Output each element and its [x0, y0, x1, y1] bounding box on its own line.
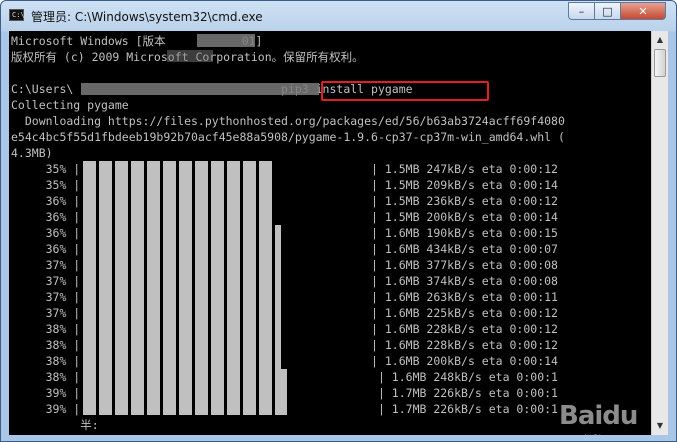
progress-fill-segment — [147, 161, 160, 415]
minimize-icon: – — [578, 4, 585, 18]
vertical-scrollbar[interactable]: ▲ ▼ — [651, 31, 668, 435]
progress-fill-segment — [131, 161, 144, 415]
close-icon: ✕ — [638, 4, 648, 18]
console-line: 4.3MB) — [11, 146, 53, 160]
console-output[interactable]: Microsoft Windows [版本 01] 版权所有 (c) 2009 M… — [9, 31, 651, 435]
minimize-button[interactable]: – — [568, 2, 595, 20]
progress-fill-segment — [243, 161, 256, 415]
maximize-icon: □ — [602, 4, 613, 18]
close-button[interactable]: ✕ — [620, 2, 666, 20]
redacted-copyright — [167, 50, 213, 62]
redacted-username — [81, 83, 319, 95]
progress-fill-segment — [99, 161, 112, 415]
redacted-version — [197, 34, 255, 47]
console-line: e54c4bc5f55d1fbdeeb19b92b70acf45e88a5908… — [11, 130, 565, 144]
progress-fill-segment — [83, 161, 96, 415]
scroll-down-arrow-icon[interactable]: ▼ — [653, 418, 667, 434]
command-highlight-box — [321, 81, 489, 101]
progress-fill-segment — [163, 161, 176, 415]
progress-fill-segment — [211, 161, 224, 415]
progress-fill-segment — [259, 161, 272, 415]
progress-fill-segment — [195, 161, 208, 415]
console-line: Microsoft Windows [版本 01] — [11, 34, 263, 48]
progress-fill-segment — [115, 161, 128, 415]
scroll-up-arrow-icon[interactable]: ▲ — [653, 32, 667, 48]
progress-fill-segment — [227, 161, 240, 415]
title-bar[interactable]: C:\ 管理员: C:\Windows\system32\cmd.exe – □… — [1, 1, 676, 31]
baidu-watermark: Baidu 经验 — [549, 399, 651, 435]
console-line: 版权所有 (c) 2009 Microsoft Corporation。保留所有… — [11, 50, 364, 64]
watermark-text: Baidu — [559, 401, 638, 431]
cmd-icon[interactable]: C:\ — [9, 9, 25, 21]
console-line: Downloading https://files.pythonhosted.o… — [11, 114, 565, 128]
window-title: 管理员: C:\Windows\system32\cmd.exe — [31, 10, 263, 24]
cmd-window: C:\ 管理员: C:\Windows\system32\cmd.exe – □… — [0, 0, 677, 442]
scroll-thumb[interactable] — [654, 49, 666, 77]
progress-fill-segment — [281, 369, 287, 415]
watermark-sub: 经验 — [583, 431, 603, 435]
maximize-button[interactable]: □ — [594, 2, 621, 20]
progress-fill-segment — [179, 161, 192, 415]
console-line: 半: — [11, 418, 99, 432]
